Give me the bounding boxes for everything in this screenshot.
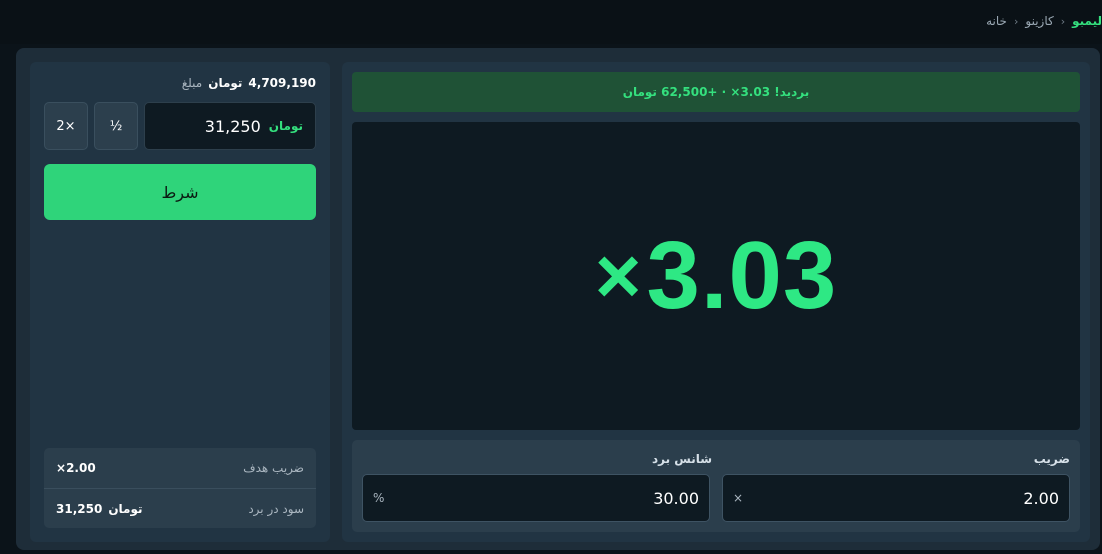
profit-on-win-row: سود در برد تومان 31,250 xyxy=(44,488,316,528)
game-panel: بردید! 3.03× · +62,500 تومان 3.03 × ضریب… xyxy=(342,62,1090,542)
bet-amount-input[interactable]: تومان 31,250 xyxy=(144,102,316,150)
bet-panel: مبلغ تومان 4,709,190 تومان 31,250 ½ 2× ش… xyxy=(30,62,330,542)
multiplier-label: ضریب xyxy=(1033,452,1070,466)
half-bet-button[interactable]: ½ xyxy=(94,102,138,150)
target-multiplier-value: 2.00× xyxy=(56,461,96,475)
multiplier-x-icon: × xyxy=(594,231,643,320)
breadcrumb-limbo: لیمبو xyxy=(1072,14,1102,28)
breadcrumb-home[interactable]: خانه xyxy=(986,14,1007,28)
game-controls: ضریب شانس برد × 2.00 % 30.00 xyxy=(352,440,1080,532)
result-multiplier-value: 3.03 xyxy=(646,222,838,329)
win-chance-suffix: % xyxy=(373,491,385,505)
profit-on-win-label: سود در برد xyxy=(248,501,304,516)
target-multiplier-row: ضریب هدف 2.00× xyxy=(44,448,316,488)
bet-button[interactable]: شرط xyxy=(44,164,316,220)
win-chance-input-value: 30.00 xyxy=(653,488,699,508)
win-banner: بردید! 3.03× · +62,500 تومان xyxy=(352,72,1080,112)
profit-currency: تومان xyxy=(108,501,143,516)
bet-currency: تومان xyxy=(268,119,303,133)
balance-value: 4,709,190 xyxy=(248,76,316,90)
result-display: 3.03 × xyxy=(352,122,1080,430)
multiplier-input-value: 2.00 xyxy=(1023,488,1059,508)
multiplier-input[interactable]: × 2.00 xyxy=(722,474,1070,522)
balance: مبلغ تومان 4,709,190 xyxy=(182,76,316,90)
chevron-left-icon: ‹ xyxy=(1060,14,1066,28)
double-bet-button[interactable]: 2× xyxy=(44,102,88,150)
result-multiplier: 3.03 × xyxy=(595,221,838,331)
win-chance-label: شانس برد xyxy=(652,452,713,466)
target-multiplier-label: ضریب هدف xyxy=(243,461,304,475)
chevron-left-icon: ‹ xyxy=(1013,14,1019,28)
multiplier-suffix: × xyxy=(733,491,744,505)
breadcrumb: خانه ‹ کازینو ‹ لیمبو xyxy=(986,14,1102,28)
profit-amount: 31,250 xyxy=(56,501,103,516)
bet-stats: ضریب هدف 2.00× سود در برد تومان 31,250 xyxy=(44,448,316,528)
breadcrumb-casino[interactable]: کازینو xyxy=(1025,14,1053,28)
top-bar: خانه ‹ کازینو ‹ لیمبو xyxy=(0,0,1102,44)
win-chance-input[interactable]: % 30.00 xyxy=(362,474,710,522)
balance-currency: تومان xyxy=(208,76,243,90)
bet-amount-value: 31,250 xyxy=(204,116,261,136)
profit-on-win-value: تومان 31,250 xyxy=(56,502,143,516)
balance-label: مبلغ xyxy=(181,76,203,90)
